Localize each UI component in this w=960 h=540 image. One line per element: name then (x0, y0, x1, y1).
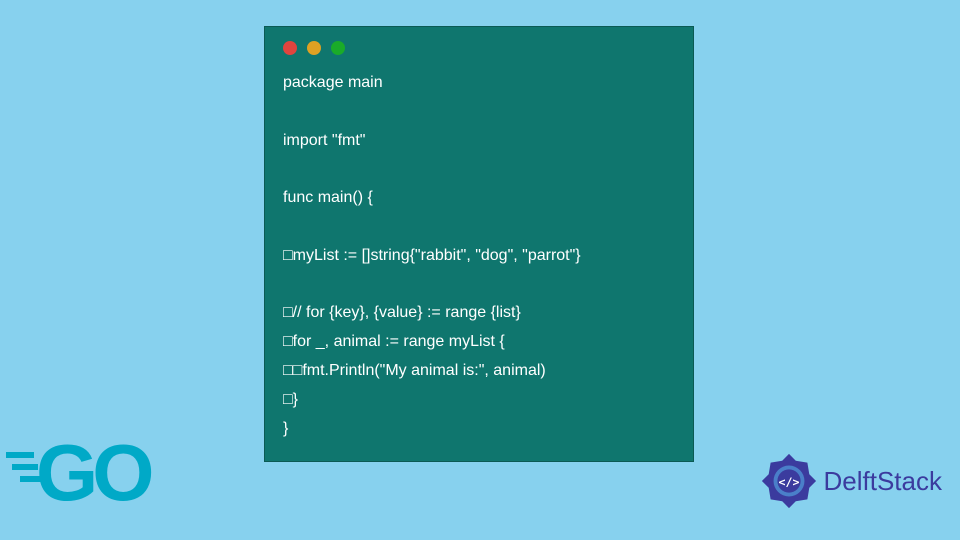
window-controls (283, 41, 675, 55)
go-logo-text: GO (36, 430, 151, 510)
go-logo-icon: GO (6, 430, 176, 510)
delftstack-text: DelftStack (824, 466, 943, 497)
code-line: import "fmt" (283, 132, 365, 149)
code-line: □// for {key}, {value} := range {list} (283, 304, 521, 321)
code-line: } (283, 420, 288, 437)
code-line: □for _, animal := range myList { (283, 333, 505, 350)
code-block: package main import "fmt" func main() { … (283, 69, 675, 443)
delftstack-badge-icon: </> (760, 452, 818, 510)
maximize-icon (331, 41, 345, 55)
code-line: □} (283, 391, 298, 408)
code-window: package main import "fmt" func main() { … (264, 26, 694, 462)
code-line: func main() { (283, 189, 373, 206)
delftstack-logo: </> DelftStack (760, 452, 943, 510)
delftstack-icon-text: </> (778, 475, 799, 489)
code-line: □myList := []string{"rabbit", "dog", "pa… (283, 247, 581, 264)
close-icon (283, 41, 297, 55)
minimize-icon (307, 41, 321, 55)
canvas-background: package main import "fmt" func main() { … (0, 0, 960, 540)
code-line: package main (283, 74, 383, 91)
code-line: □□fmt.Println("My animal is:", animal) (283, 362, 546, 379)
